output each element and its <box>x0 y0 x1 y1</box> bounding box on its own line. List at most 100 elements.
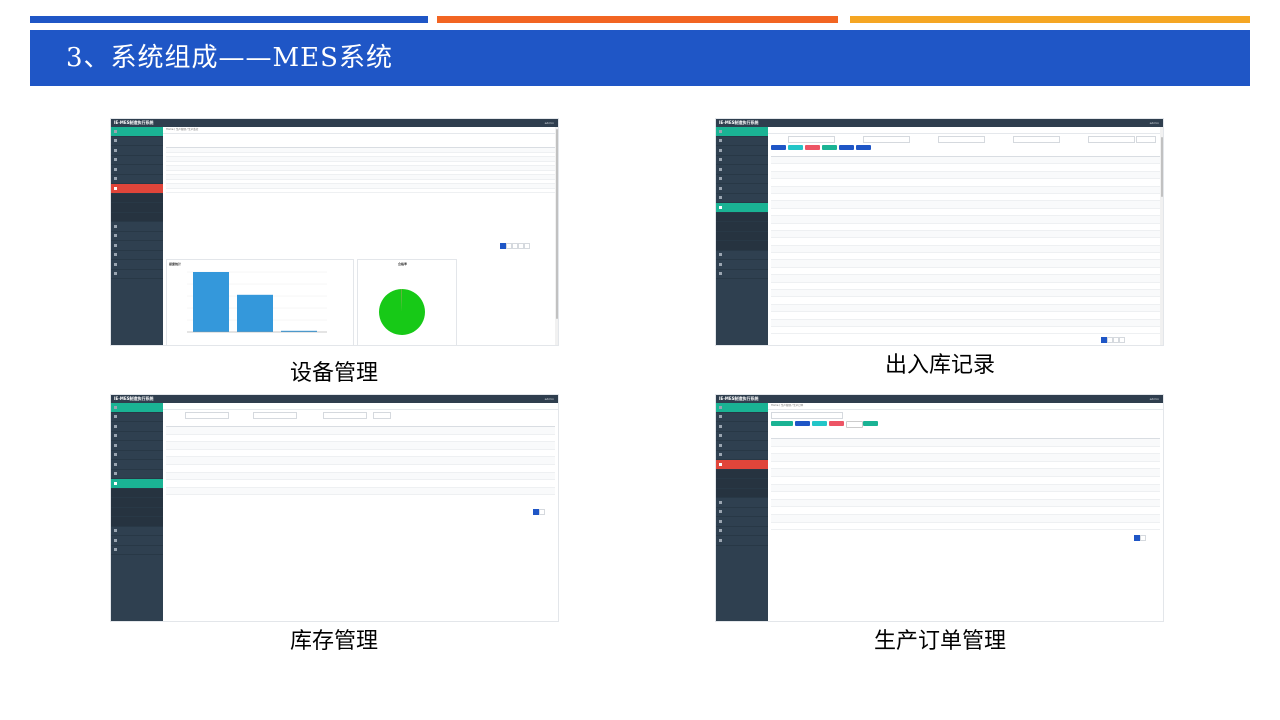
edit-button[interactable] <box>812 421 827 426</box>
add-button[interactable] <box>795 421 810 426</box>
table-row[interactable] <box>771 260 1160 268</box>
sidebar-item[interactable] <box>111 536 163 546</box>
table-row[interactable] <box>166 480 555 488</box>
table-row[interactable] <box>771 477 1160 485</box>
sidebar-subitem-active[interactable] <box>716 479 768 489</box>
sidebar-item[interactable] <box>111 432 163 441</box>
table-row[interactable] <box>771 499 1160 508</box>
table-row[interactable] <box>771 171 1160 180</box>
sidebar-item[interactable] <box>716 156 768 165</box>
sidebar-item[interactable] <box>111 222 163 232</box>
sidebar-item[interactable] <box>716 498 768 508</box>
sidebar-item[interactable] <box>716 536 768 546</box>
sidebar-item[interactable] <box>111 241 163 251</box>
user-menu[interactable]: admin <box>1150 396 1159 402</box>
table-row[interactable] <box>166 435 555 443</box>
table-row[interactable] <box>771 157 1160 165</box>
table-row[interactable] <box>166 427 555 435</box>
sidebar-subitem[interactable] <box>111 203 163 213</box>
table-row[interactable] <box>771 253 1160 261</box>
sidebar-subitem[interactable] <box>111 193 163 203</box>
table-row[interactable] <box>771 194 1160 202</box>
search-input[interactable] <box>771 412 843 419</box>
export-button[interactable] <box>863 421 878 426</box>
table-row[interactable] <box>771 224 1160 231</box>
table-row[interactable] <box>771 290 1160 298</box>
table-row[interactable] <box>771 230 1160 239</box>
export-button[interactable] <box>822 145 837 150</box>
out-button[interactable] <box>856 145 871 150</box>
table-row[interactable] <box>771 304 1160 313</box>
sidebar-item[interactable] <box>111 413 163 422</box>
sidebar-item[interactable] <box>716 451 768 460</box>
add-button[interactable] <box>771 145 786 150</box>
sidebar-item[interactable] <box>716 441 768 451</box>
table-row[interactable] <box>771 462 1160 470</box>
sidebar-subitem[interactable] <box>716 241 768 251</box>
sidebar-subitem-active[interactable] <box>111 517 163 527</box>
search-button[interactable] <box>846 421 863 428</box>
sidebar-item[interactable] <box>716 517 768 527</box>
search-button[interactable] <box>373 412 391 419</box>
sidebar-subitem[interactable] <box>111 498 163 508</box>
sidebar-item[interactable] <box>716 165 768 175</box>
table-row[interactable] <box>771 484 1160 493</box>
sidebar-item[interactable] <box>111 527 163 536</box>
sidebar-subitem[interactable] <box>716 469 768 479</box>
sidebar-item-active[interactable] <box>716 203 768 213</box>
user-menu[interactable]: admin <box>545 396 554 402</box>
table-row[interactable] <box>771 283 1160 291</box>
generate-button[interactable] <box>771 421 793 426</box>
table-row[interactable] <box>771 186 1160 194</box>
sidebar-item[interactable] <box>716 508 768 517</box>
sidebar-item[interactable] <box>716 260 768 270</box>
sidebar-item[interactable] <box>716 527 768 536</box>
sidebar-item-active[interactable] <box>111 479 163 489</box>
sidebar-subitem[interactable] <box>716 231 768 241</box>
filter-input[interactable] <box>185 412 229 419</box>
table-row[interactable] <box>771 447 1160 455</box>
table-row[interactable] <box>771 514 1160 523</box>
filter-input[interactable] <box>863 136 910 143</box>
table-row[interactable] <box>771 238 1160 246</box>
filter-input[interactable] <box>788 136 835 143</box>
sidebar-item[interactable] <box>716 403 768 413</box>
filter-input[interactable] <box>323 412 367 419</box>
sidebar-item[interactable] <box>111 127 163 137</box>
search-button[interactable] <box>1136 136 1156 143</box>
table-row[interactable] <box>771 439 1160 447</box>
sidebar-item-active[interactable] <box>716 460 768 470</box>
sidebar-subitem[interactable] <box>716 222 768 232</box>
edit-button[interactable] <box>788 145 803 150</box>
sidebar-item[interactable] <box>111 470 163 479</box>
table-row[interactable] <box>771 164 1160 172</box>
table-row[interactable] <box>166 465 555 473</box>
sidebar-subitem[interactable] <box>111 507 163 517</box>
sidebar-item[interactable] <box>111 251 163 260</box>
sidebar-item[interactable] <box>111 156 163 165</box>
table-row[interactable] <box>771 312 1160 320</box>
in-button[interactable] <box>839 145 854 150</box>
sidebar-item-active[interactable] <box>111 184 163 194</box>
sidebar-item[interactable] <box>111 270 163 279</box>
sidebar-item[interactable] <box>716 413 768 422</box>
table-row[interactable] <box>166 487 555 496</box>
user-menu[interactable]: admin <box>545 120 554 126</box>
sidebar-item[interactable] <box>716 146 768 156</box>
date-input[interactable] <box>1088 136 1135 143</box>
user-menu[interactable]: admin <box>1150 120 1159 126</box>
sidebar-item[interactable] <box>111 422 163 432</box>
table-row[interactable] <box>771 319 1160 327</box>
sidebar-item[interactable] <box>716 137 768 146</box>
table-row[interactable] <box>771 209 1160 217</box>
filter-input[interactable] <box>938 136 985 143</box>
sidebar-item[interactable] <box>111 146 163 156</box>
table-row[interactable] <box>166 442 555 450</box>
sidebar-item[interactable] <box>111 546 163 555</box>
sidebar-subitem-active[interactable] <box>716 212 768 222</box>
scrollbar[interactable] <box>1160 127 1163 345</box>
sidebar-item[interactable] <box>716 175 768 184</box>
filter-input[interactable] <box>1013 136 1060 143</box>
sidebar-item[interactable] <box>111 260 163 270</box>
pagination-page[interactable] <box>524 243 530 249</box>
